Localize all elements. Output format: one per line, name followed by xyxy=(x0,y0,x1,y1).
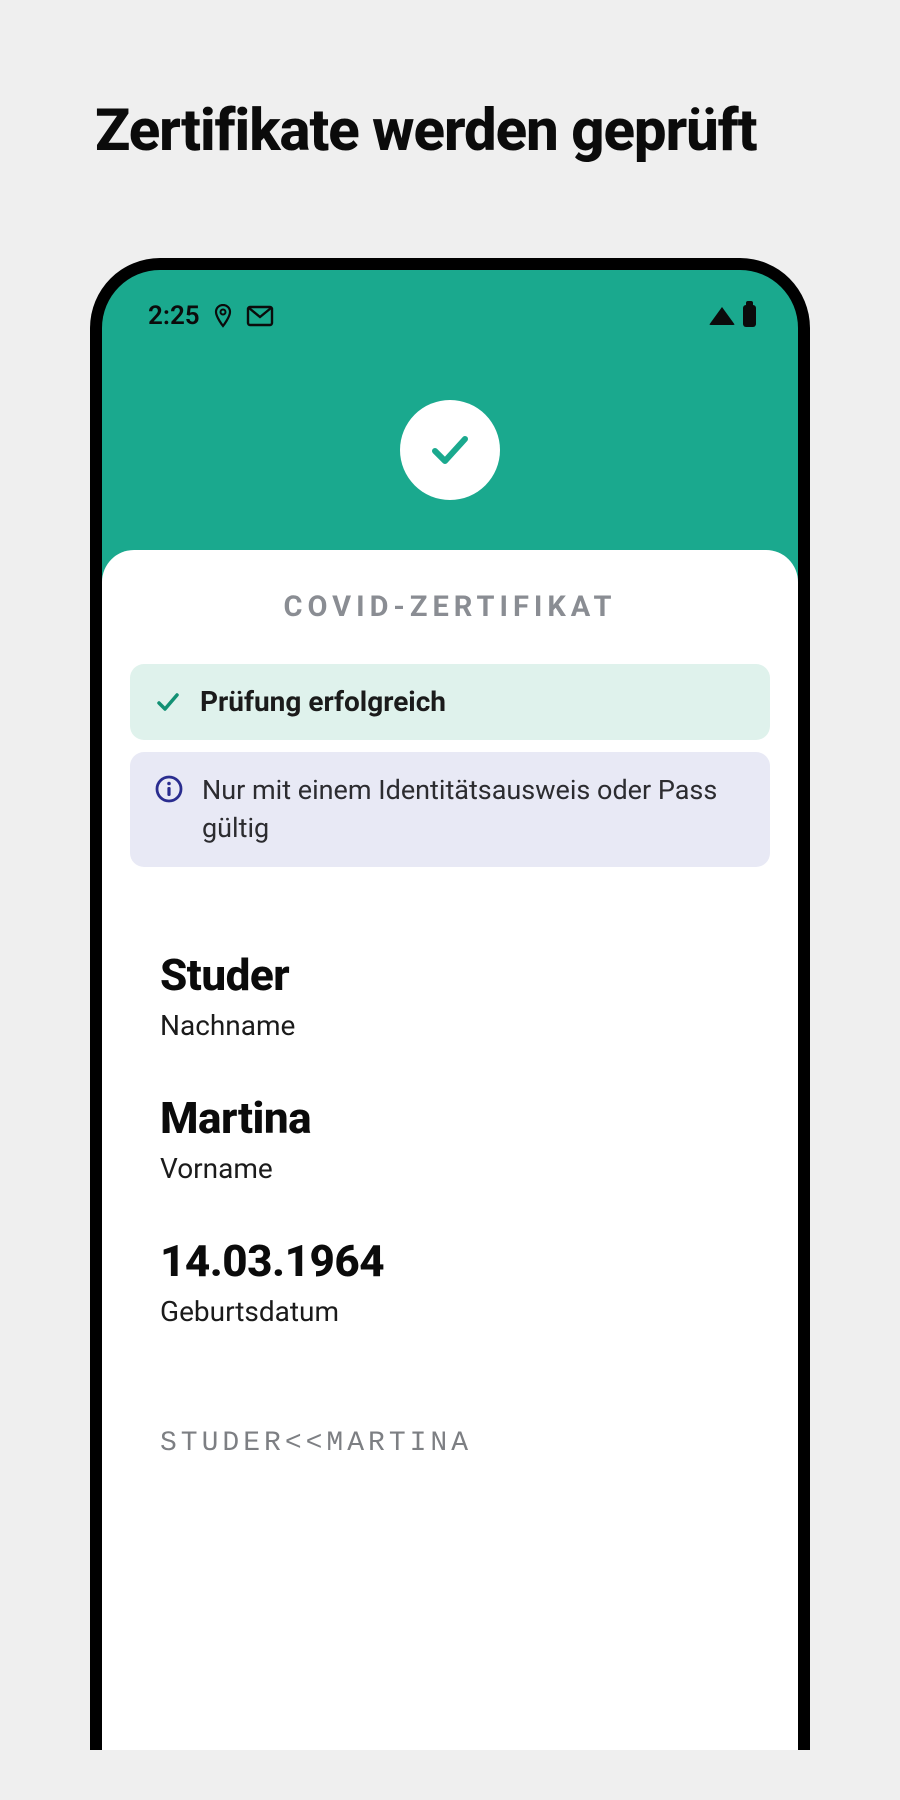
phone-mock: 2:25 xyxy=(90,258,810,1750)
check-icon xyxy=(154,684,182,716)
mrz-line: STUDER<<MARTINA xyxy=(130,1378,770,1459)
birthdate-value: 14.03.1964 xyxy=(160,1235,740,1287)
page-title: Zertifikate werden geprüft xyxy=(0,0,900,168)
certificate-heading: COVID-ZERTIFIKAT xyxy=(130,590,770,624)
lastname-value: Studer xyxy=(160,949,740,1001)
status-bar-left: 2:25 xyxy=(148,301,274,331)
id-required-notice: Nur mit einem Identitätsausweis oder Pas… xyxy=(130,752,770,868)
firstname-value: Martina xyxy=(160,1092,740,1144)
lastname-label: Nachname xyxy=(160,1009,740,1042)
info-icon xyxy=(154,772,184,804)
verification-success-banner: Prüfung erfolgreich xyxy=(130,664,770,740)
person-details: Studer Nachname Martina Vorname 14.03.19… xyxy=(130,879,770,1328)
mail-icon xyxy=(246,305,274,327)
birthdate-group: 14.03.1964 Geburtsdatum xyxy=(160,1235,740,1328)
success-text: Prüfung erfolgreich xyxy=(200,684,446,720)
lastname-group: Studer Nachname xyxy=(160,949,740,1042)
location-icon xyxy=(214,304,232,328)
info-text: Nur mit einem Identitätsausweis oder Pas… xyxy=(202,772,746,848)
battery-icon xyxy=(743,305,756,327)
birthdate-label: Geburtsdatum xyxy=(160,1295,740,1328)
firstname-label: Vorname xyxy=(160,1152,740,1185)
wifi-icon xyxy=(709,307,735,325)
firstname-group: Martina Vorname xyxy=(160,1092,740,1185)
verification-header xyxy=(102,340,798,550)
phone-frame: 2:25 xyxy=(90,258,810,1750)
check-circle-icon xyxy=(400,400,500,500)
status-bar: 2:25 xyxy=(102,270,798,340)
phone-screen: 2:25 xyxy=(102,270,798,1750)
certificate-card: COVID-ZERTIFIKAT Prüfung erfolgreich xyxy=(102,550,798,1750)
status-bar-right xyxy=(709,305,756,327)
status-time: 2:25 xyxy=(148,301,200,331)
